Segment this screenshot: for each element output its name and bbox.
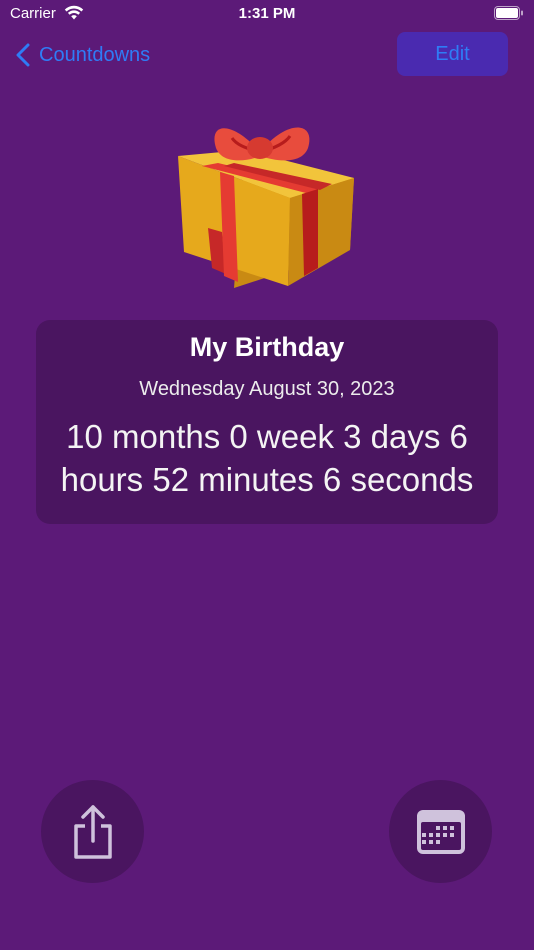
countdown-text: 10 months 0 week 3 days 6 hours 52 minut… [60,418,474,498]
battery-icon [494,6,524,25]
calendar-icon [416,809,465,854]
edit-button[interactable]: Edit [397,32,508,76]
share-icon [73,804,112,859]
event-date: Wednesday August 30, 2023 [139,378,395,400]
share-button[interactable] [41,780,144,883]
status-time: 1:31 PM [238,5,296,22]
countdown-card: My Birthday Wednesday August 30, 2023 10… [36,320,498,524]
back-button[interactable]: Countdowns [16,40,150,70]
status-bar: Carrier 1:31 PM [0,0,534,28]
back-button-label: Countdowns [39,43,151,66]
event-title: My Birthday [189,332,345,362]
gift-icon [172,108,362,303]
calendar-button[interactable] [389,780,492,883]
chevron-left-icon [16,43,30,67]
